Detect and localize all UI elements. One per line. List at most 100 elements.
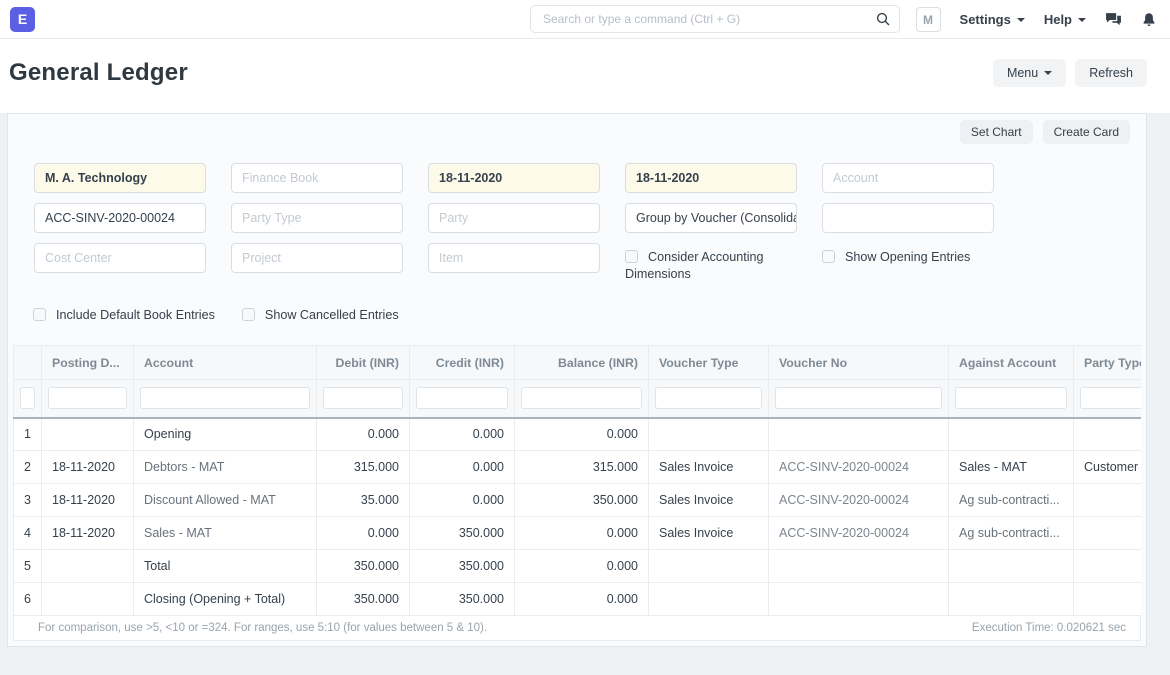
cell-account[interactable]: Opening — [134, 418, 317, 451]
column-filter-input-idx[interactable] — [20, 387, 35, 409]
chat-icon[interactable] — [1105, 11, 1122, 28]
column-header-voucher-type[interactable]: Voucher Type — [649, 346, 769, 380]
account-filter[interactable] — [822, 163, 994, 193]
refresh-button[interactable]: Refresh — [1075, 59, 1147, 87]
show-cancelled-entries-checkbox[interactable]: Show Cancelled Entries — [242, 301, 399, 324]
party-type-filter[interactable] — [231, 203, 403, 233]
cell-credit[interactable]: 0.000 — [410, 451, 515, 484]
checkbox-icon[interactable] — [242, 308, 255, 321]
cell-voucher_type[interactable] — [649, 583, 769, 616]
cell-against_account[interactable] — [949, 418, 1074, 451]
cell-voucher_no[interactable]: ACC-SINV-2020-00024 — [769, 451, 949, 484]
cell-account[interactable]: Debtors - MAT — [134, 451, 317, 484]
cell-debit[interactable]: 350.000 — [317, 583, 410, 616]
cell-idx[interactable]: 2 — [14, 451, 42, 484]
cell-party_type[interactable]: Customer — [1074, 451, 1142, 484]
cell-posting_date[interactable]: 18-11-2020 — [42, 484, 134, 517]
cell-balance[interactable]: 315.000 — [515, 451, 649, 484]
from-date-filter[interactable] — [428, 163, 600, 193]
cell-posting_date[interactable] — [42, 583, 134, 616]
cell-debit[interactable]: 0.000 — [317, 418, 410, 451]
checkbox-icon[interactable] — [33, 308, 46, 321]
cell-against_account[interactable]: Sales - MAT — [949, 451, 1074, 484]
cell-debit[interactable]: 35.000 — [317, 484, 410, 517]
cell-voucher_no[interactable] — [769, 550, 949, 583]
cell-voucher_type[interactable]: Sales Invoice — [649, 484, 769, 517]
cell-party_type[interactable] — [1074, 418, 1142, 451]
column-header-balance-inr[interactable]: Balance (INR) — [515, 346, 649, 380]
column-header-credit-inr[interactable]: Credit (INR) — [410, 346, 515, 380]
item-filter[interactable] — [428, 243, 600, 273]
cell-debit[interactable]: 315.000 — [317, 451, 410, 484]
cell-balance[interactable]: 0.000 — [515, 583, 649, 616]
checkbox-icon[interactable] — [822, 250, 835, 263]
cell-voucher_type[interactable] — [649, 550, 769, 583]
cell-party_type[interactable] — [1074, 583, 1142, 616]
cell-debit[interactable]: 350.000 — [317, 550, 410, 583]
column-filter-input-voucher_no[interactable] — [775, 387, 942, 409]
cell-credit[interactable]: 0.000 — [410, 418, 515, 451]
cell-against_account[interactable] — [949, 583, 1074, 616]
column-header-account[interactable]: Account — [134, 346, 317, 380]
cell-posting_date[interactable]: 18-11-2020 — [42, 517, 134, 550]
cell-party_type[interactable] — [1074, 484, 1142, 517]
cell-voucher_type[interactable] — [649, 418, 769, 451]
voucher-no-filter[interactable] — [34, 203, 206, 233]
cell-idx[interactable]: 5 — [14, 550, 42, 583]
cell-credit[interactable]: 350.000 — [410, 550, 515, 583]
column-header-party-type[interactable]: Party Type — [1074, 346, 1142, 380]
column-filter-input-balance[interactable] — [521, 387, 642, 409]
settings-menu[interactable]: Settings — [960, 12, 1025, 27]
cell-balance[interactable]: 0.000 — [515, 517, 649, 550]
cell-party_type[interactable] — [1074, 517, 1142, 550]
avatar[interactable]: M — [916, 7, 941, 32]
cost-center-filter[interactable] — [34, 243, 206, 273]
column-filter-input-party_type[interactable] — [1080, 387, 1141, 409]
checkbox-icon[interactable] — [625, 250, 638, 263]
column-filter-input-debit[interactable] — [323, 387, 403, 409]
party-filter[interactable] — [428, 203, 600, 233]
column-filter-input-posting_date[interactable] — [48, 387, 127, 409]
column-filter-input-account[interactable] — [140, 387, 310, 409]
cell-account[interactable]: Closing (Opening + Total) — [134, 583, 317, 616]
cell-account[interactable]: Total — [134, 550, 317, 583]
column-filter-input-credit[interactable] — [416, 387, 508, 409]
cell-idx[interactable]: 6 — [14, 583, 42, 616]
app-logo[interactable]: E — [10, 7, 35, 32]
create-card-button[interactable]: Create Card — [1043, 120, 1130, 144]
extra-filter-input[interactable] — [822, 203, 994, 233]
cell-idx[interactable]: 1 — [14, 418, 42, 451]
cell-credit[interactable]: 0.000 — [410, 484, 515, 517]
cell-voucher_no[interactable] — [769, 418, 949, 451]
cell-idx[interactable]: 4 — [14, 517, 42, 550]
cell-account[interactable]: Sales - MAT — [134, 517, 317, 550]
cell-idx[interactable]: 3 — [14, 484, 42, 517]
consider-accounting-dimensions-checkbox[interactable]: Consider Accounting Dimensions — [625, 243, 797, 283]
project-filter[interactable] — [231, 243, 403, 273]
column-filter-input-against_account[interactable] — [955, 387, 1067, 409]
to-date-filter[interactable] — [625, 163, 797, 193]
include-default-book-entries-checkbox[interactable]: Include Default Book Entries — [33, 301, 215, 324]
finance-book-filter[interactable] — [231, 163, 403, 193]
cell-posting_date[interactable] — [42, 550, 134, 583]
column-header-debit-inr[interactable]: Debit (INR) — [317, 346, 410, 380]
company-filter[interactable] — [34, 163, 206, 193]
search-input[interactable] — [530, 5, 900, 33]
cell-against_account[interactable]: Ag sub-contracti... — [949, 517, 1074, 550]
cell-debit[interactable]: 0.000 — [317, 517, 410, 550]
cell-balance[interactable]: 350.000 — [515, 484, 649, 517]
menu-button[interactable]: Menu — [993, 59, 1066, 87]
help-menu[interactable]: Help — [1044, 12, 1086, 27]
cell-balance[interactable]: 0.000 — [515, 550, 649, 583]
column-header-index[interactable] — [14, 346, 42, 380]
cell-credit[interactable]: 350.000 — [410, 583, 515, 616]
cell-voucher_type[interactable]: Sales Invoice — [649, 451, 769, 484]
set-chart-button[interactable]: Set Chart — [960, 120, 1033, 144]
cell-balance[interactable]: 0.000 — [515, 418, 649, 451]
column-header-against-account[interactable]: Against Account — [949, 346, 1074, 380]
cell-voucher_no[interactable]: ACC-SINV-2020-00024 — [769, 484, 949, 517]
search-icon[interactable] — [875, 11, 891, 27]
column-header-posting-d[interactable]: Posting D... — [42, 346, 134, 380]
cell-voucher_no[interactable] — [769, 583, 949, 616]
cell-posting_date[interactable]: 18-11-2020 — [42, 451, 134, 484]
